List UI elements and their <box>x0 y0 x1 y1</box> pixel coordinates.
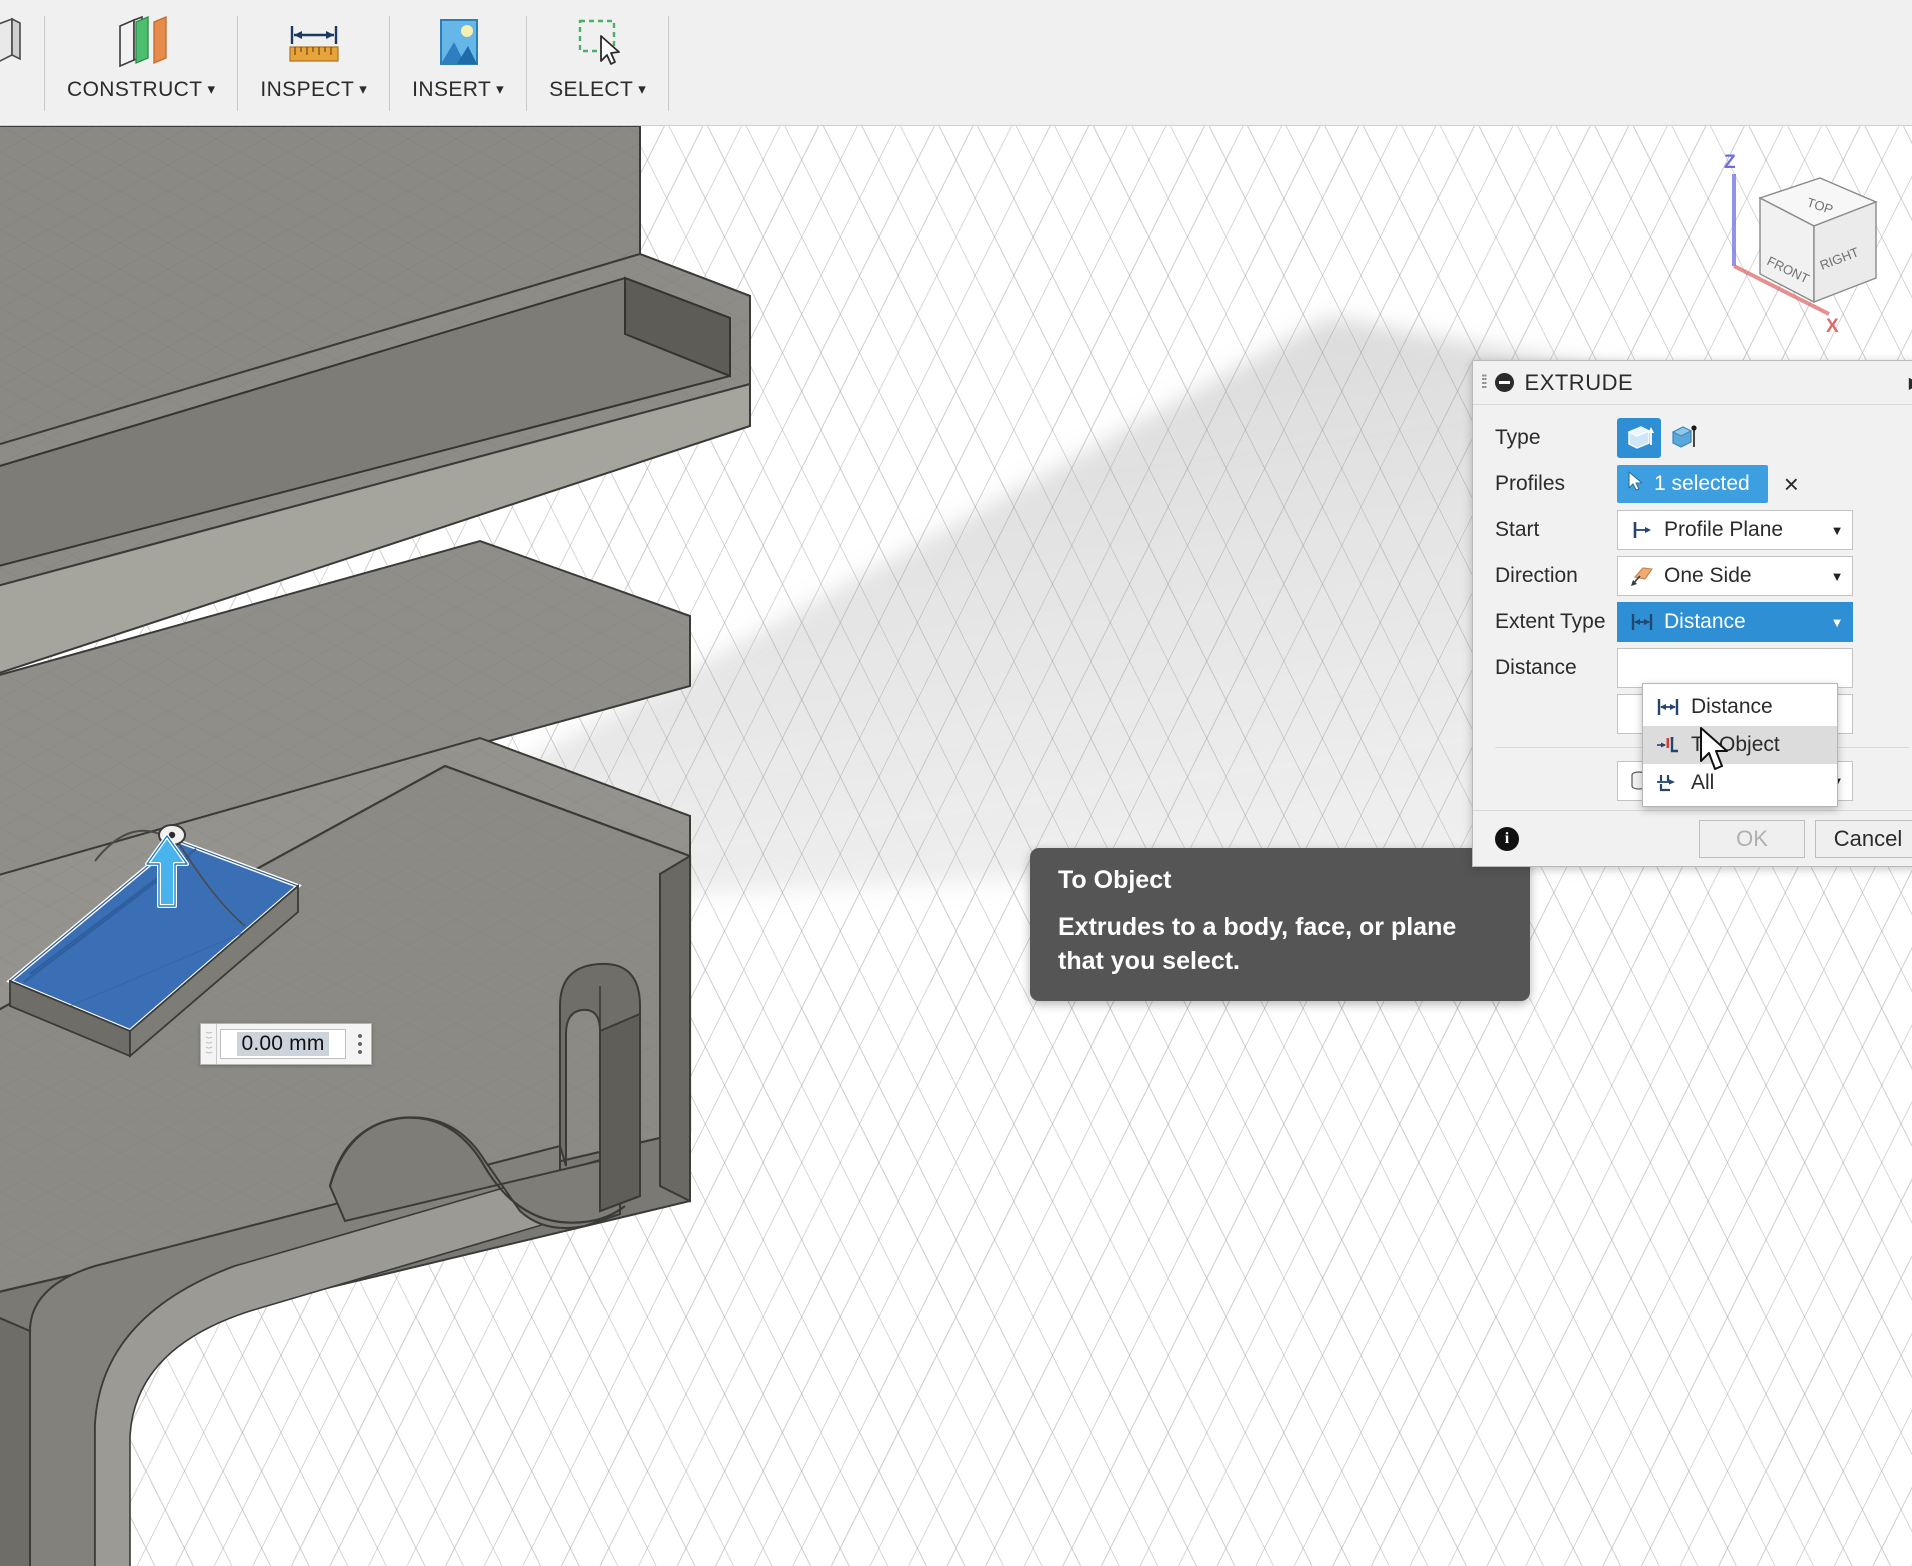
extent-type-combobox[interactable]: Distance ▼ <box>1617 602 1853 642</box>
view-cube[interactable]: Z X TOP FRONT RIGHT <box>1694 146 1894 336</box>
type-label: Type <box>1495 426 1617 450</box>
chevron-down-icon[interactable]: ▼ <box>1822 569 1852 584</box>
toolbar-divider-5 <box>668 16 669 111</box>
dropdown-item-to-object[interactable]: To Object <box>1643 726 1837 764</box>
clipped-plane-icon <box>0 14 22 72</box>
row-extent-type: Extent Type Distance <box>1473 599 1912 645</box>
start-label: Start <box>1495 518 1617 542</box>
toolbar-item-insert[interactable]: INSERT▾ <box>390 0 526 125</box>
tooltip-to-object: To Object Extrudes to a body, face, or p… <box>1030 848 1530 1001</box>
inspect-label: INSPECT▾ <box>260 78 367 102</box>
cancel-button[interactable]: Cancel <box>1815 820 1912 858</box>
value-options-icon[interactable] <box>349 1034 371 1054</box>
select-marquee-icon <box>567 14 629 72</box>
thin-extrude-icon[interactable] <box>1661 418 1705 458</box>
chevron-down-icon: ▾ <box>207 81 215 98</box>
extent-type-value: Distance <box>1664 610 1822 634</box>
tooltip-body: Extrudes to a body, face, or plane that … <box>1058 911 1506 979</box>
distance-label: Distance <box>1495 656 1617 680</box>
toolbar-item-select[interactable]: SELECT▾ <box>527 0 668 125</box>
close-icon[interactable]: × <box>1784 471 1799 497</box>
distance-field[interactable]: 0.00 mm <box>220 1029 346 1059</box>
chevron-down-icon: ▾ <box>496 81 504 98</box>
dropdown-item-all[interactable]: All <box>1643 764 1837 802</box>
info-icon[interactable]: i <box>1495 827 1519 851</box>
axis-label-x: X <box>1826 316 1839 336</box>
toolbar-item-clipped[interactable]: ▾ <box>0 0 44 125</box>
row-start: Start Profile Plane ▼ <box>1473 507 1912 553</box>
construct-planes-icon <box>110 14 172 72</box>
chevron-down-icon: ▾ <box>359 81 367 98</box>
solid-extrude-icon[interactable] <box>1617 418 1661 458</box>
chevron-down-icon: ▾ <box>638 81 646 98</box>
mouse-cursor <box>1699 727 1733 778</box>
distance-icon <box>1653 696 1683 718</box>
extrude-dialog-header[interactable]: ⦙⦙ EXTRUDE ▶ <box>1473 361 1912 405</box>
construct-label: CONSTRUCT▾ <box>67 78 215 102</box>
drag-grip-icon[interactable]: ⦙⦙ <box>1481 372 1486 394</box>
insert-image-icon <box>427 14 489 72</box>
row-profiles: Profiles 1 selected × <box>1473 461 1912 507</box>
row-type: Type <box>1473 415 1912 461</box>
extrude-dialog-footer: i OK Cancel <box>1473 810 1912 866</box>
distance-value-text: 0.00 mm <box>237 1032 328 1056</box>
value-grip-icon <box>201 1024 217 1064</box>
distance-input[interactable] <box>1617 648 1853 688</box>
profiles-value: 1 selected <box>1654 472 1750 496</box>
profiles-label: Profiles <box>1495 472 1617 496</box>
one-side-arrow-icon <box>1628 564 1656 588</box>
toolbar-item-construct[interactable]: CONSTRUCT▾ <box>45 0 237 125</box>
direction-combobox[interactable]: One Side ▼ <box>1617 556 1853 596</box>
fusion-app-window: ▾ CONSTRUCT▾ <box>0 0 1912 1566</box>
ok-button[interactable]: OK <box>1699 820 1805 858</box>
extent-type-label: Extent Type <box>1495 610 1617 634</box>
extent-type-dropdown-menu[interactable]: Distance To Object <box>1642 683 1838 807</box>
profiles-selection-chip[interactable]: 1 selected <box>1617 465 1768 503</box>
distance-value-input[interactable]: 0.00 mm <box>200 1023 372 1065</box>
extrude-dialog-title: EXTRUDE <box>1525 370 1909 396</box>
direction-label: Direction <box>1495 564 1617 588</box>
direction-value: One Side <box>1664 564 1822 588</box>
chevron-down-icon[interactable]: ▼ <box>1822 615 1852 630</box>
measure-ruler-icon <box>283 14 345 72</box>
start-combobox[interactable]: Profile Plane ▼ <box>1617 510 1853 550</box>
minimize-circle-icon[interactable] <box>1495 373 1514 392</box>
dropdown-item-distance-label: Distance <box>1691 695 1773 719</box>
cursor-select-icon <box>1627 471 1644 497</box>
select-label: SELECT▾ <box>549 78 646 102</box>
main-toolbar: ▾ CONSTRUCT▾ <box>0 0 1912 126</box>
row-direction: Direction One Side ▼ <box>1473 553 1912 599</box>
chevron-down-icon[interactable]: ▼ <box>1822 523 1852 538</box>
start-value: Profile Plane <box>1664 518 1822 542</box>
to-object-icon <box>1653 734 1683 756</box>
distance-icon <box>1628 611 1656 633</box>
all-icon <box>1653 772 1683 794</box>
toolbar-item-inspect[interactable]: INSPECT▾ <box>238 0 389 125</box>
tooltip-title: To Object <box>1058 866 1506 895</box>
axis-label-z: Z <box>1724 152 1736 173</box>
insert-label: INSERT▾ <box>412 78 504 102</box>
profile-plane-icon <box>1628 519 1656 541</box>
dropdown-item-distance[interactable]: Distance <box>1643 688 1837 726</box>
